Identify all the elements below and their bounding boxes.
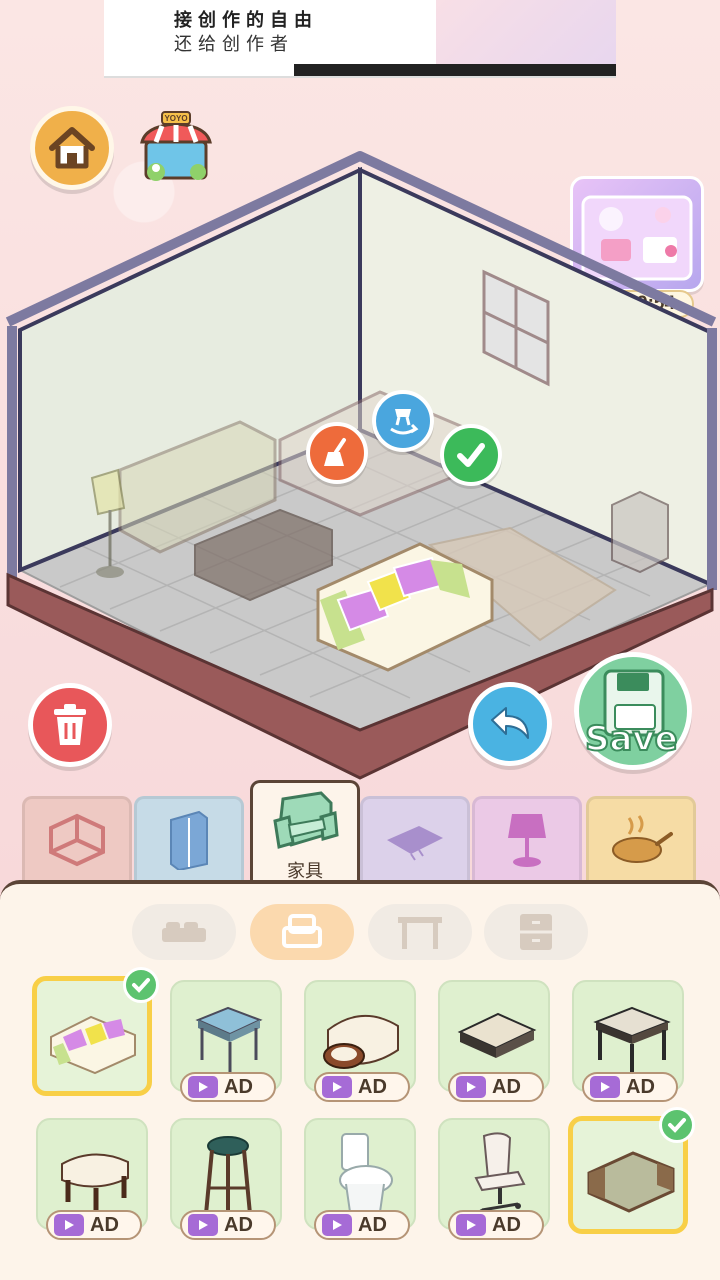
ghost-nightstand (611, 490, 669, 574)
table-icon (398, 917, 442, 949)
item-toilet[interactable]: AD (304, 1118, 416, 1240)
ad-label: AD (492, 1075, 521, 1098)
side-table-icon (195, 1006, 263, 1072)
video-play-icon (322, 1214, 352, 1236)
ad-badge: AD (448, 1210, 544, 1240)
tab-rug[interactable] (360, 796, 470, 884)
video-play-icon (54, 1214, 84, 1236)
subtab-tables[interactable] (368, 904, 472, 960)
check-icon (457, 443, 485, 467)
item-office-chair[interactable]: AD (438, 1118, 550, 1240)
ad-badge: AD (180, 1210, 276, 1240)
confirm-button[interactable] (440, 424, 502, 486)
ad-badge: AD (46, 1210, 142, 1240)
banner-stripe (294, 64, 616, 76)
rotate-button[interactable] (372, 390, 434, 452)
ad-label: AD (492, 1213, 521, 1236)
video-play-icon (456, 1214, 486, 1236)
item-footstool[interactable]: AD (36, 1118, 148, 1240)
ad-label: AD (358, 1213, 387, 1236)
banner-line2: 还给创作者 (174, 34, 294, 55)
cube-icon (49, 813, 105, 867)
rug-icon (387, 826, 443, 861)
broom-icon (324, 438, 346, 466)
trash-button[interactable] (28, 683, 112, 767)
bed-icon (162, 922, 206, 942)
ad-badge: AD (314, 1210, 410, 1240)
footstool-icon (61, 1153, 129, 1210)
item-green-sofa[interactable] (568, 1107, 695, 1234)
subtab-drawers[interactable] (484, 904, 588, 960)
subtab-chairs[interactable] (250, 904, 354, 960)
save-label: Save (584, 718, 679, 760)
banner-line1: 接创作的自由 (174, 10, 318, 31)
undo-icon (491, 707, 529, 739)
item-square-ottoman[interactable]: AD (438, 980, 550, 1102)
armchair-icon (273, 790, 339, 849)
video-play-icon (188, 1076, 218, 1098)
ad-label: AD (90, 1213, 119, 1236)
save-button[interactable]: Save (574, 652, 692, 770)
armchair-icon (282, 914, 322, 948)
selected-check-icon (123, 967, 159, 1003)
ad-label: AD (224, 1075, 253, 1098)
tab-kitchen[interactable] (586, 796, 696, 884)
banner-ad[interactable]: 接创作的自由 还给创作者 (104, 0, 616, 78)
coffee-table-icon (593, 1006, 671, 1072)
category-tabs: 家具 (0, 780, 720, 890)
pan-icon (612, 815, 673, 863)
lamp-icon (508, 814, 546, 867)
ottoman-icon (457, 1012, 537, 1058)
tab-furniture[interactable]: 家具 (250, 780, 360, 890)
tab-lamp[interactable] (472, 796, 582, 884)
item-dark-coffee-table[interactable]: AD (572, 980, 684, 1102)
shop-sign-text: YOYO (164, 114, 187, 123)
ad-badge: AD (180, 1072, 276, 1102)
wardrobe-icon (170, 810, 208, 870)
armchair-icon (323, 1014, 399, 1069)
video-play-icon (456, 1076, 486, 1098)
ad-label: AD (358, 1075, 387, 1098)
selected-check-icon (659, 1107, 695, 1143)
ad-label: AD (626, 1075, 655, 1098)
item-floral-sofa[interactable] (32, 967, 159, 1096)
clean-button[interactable] (306, 422, 368, 484)
undo-button[interactable] (468, 682, 552, 766)
item-cream-armchair[interactable]: AD (304, 980, 416, 1102)
video-play-icon (188, 1214, 218, 1236)
sofa-icon (50, 1015, 136, 1075)
subtab-beds[interactable] (132, 904, 236, 960)
item-bar-stool[interactable]: AD (170, 1118, 282, 1240)
ad-badge: AD (314, 1072, 410, 1102)
drawer-icon (520, 914, 552, 950)
rotate-icon (390, 409, 419, 435)
tab-room-shell[interactable] (22, 796, 132, 884)
tab-furniture-label: 家具 (287, 860, 323, 882)
trash-icon (54, 704, 86, 745)
tab-cabinet[interactable] (134, 796, 244, 884)
sofa-icon (587, 1151, 675, 1213)
office-chair-icon (474, 1132, 526, 1215)
ad-badge: AD (448, 1072, 544, 1102)
item-blue-side-table[interactable]: AD (170, 980, 282, 1102)
video-play-icon (322, 1076, 352, 1098)
bar-stool-icon (204, 1136, 252, 1215)
ad-label: AD (224, 1213, 253, 1236)
video-play-icon (590, 1076, 620, 1098)
ad-badge: AD (582, 1072, 678, 1102)
toilet-icon (339, 1133, 393, 1213)
